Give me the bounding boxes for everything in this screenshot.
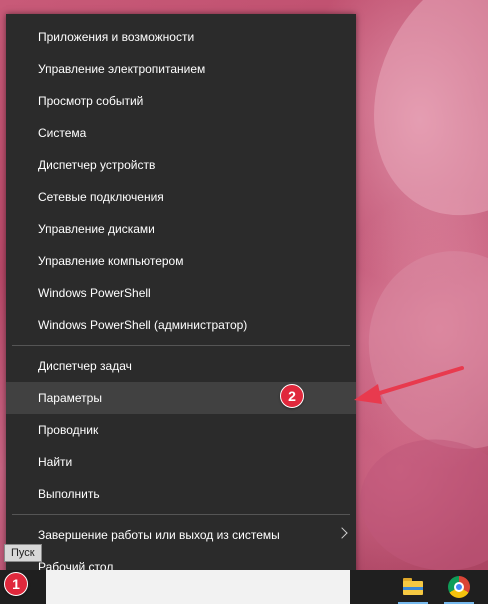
taskbar (0, 570, 488, 604)
menu-item-powershell-admin[interactable]: Windows PowerShell (администратор) (6, 309, 356, 341)
menu-item-system[interactable]: Система (6, 117, 356, 149)
menu-item-label: Завершение работы или выход из системы (38, 528, 280, 542)
menu-item-disk-management[interactable]: Управление дисками (6, 213, 356, 245)
menu-item-search[interactable]: Найти (6, 446, 356, 478)
start-tooltip: Пуск (4, 544, 42, 562)
folder-icon (403, 587, 423, 590)
step-badge-2: 2 (280, 384, 304, 408)
menu-item-label: Просмотр событий (38, 94, 144, 108)
menu-item-label: Диспетчер устройств (38, 158, 156, 172)
menu-separator (12, 514, 350, 515)
menu-item-label: Сетевые подключения (38, 190, 164, 204)
menu-separator (12, 345, 350, 346)
menu-item-label: Параметры (38, 391, 102, 405)
menu-item-run[interactable]: Выполнить (6, 478, 356, 510)
menu-item-device-manager[interactable]: Диспетчер устройств (6, 149, 356, 181)
menu-item-shutdown-signout[interactable]: Завершение работы или выход из системы (6, 519, 356, 551)
menu-item-label: Проводник (38, 423, 99, 437)
menu-item-task-manager[interactable]: Диспетчер задач (6, 350, 356, 382)
step-badge-1: 1 (4, 572, 28, 596)
menu-item-label: Найти (38, 455, 73, 469)
menu-item-label: Windows PowerShell (администратор) (38, 318, 248, 332)
winx-context-menu: Приложения и возможности Управление элек… (6, 14, 356, 584)
menu-item-file-explorer[interactable]: Проводник (6, 414, 356, 446)
menu-item-power-options[interactable]: Управление электропитанием (6, 53, 356, 85)
menu-item-label: Диспетчер задач (38, 359, 132, 373)
menu-item-network-connections[interactable]: Сетевые подключения (6, 181, 356, 213)
menu-item-label: Система (38, 126, 87, 140)
menu-item-label: Приложения и возможности (38, 30, 195, 44)
wallpaper-petal (349, 427, 488, 583)
menu-item-label: Управление электропитанием (38, 62, 206, 76)
menu-item-computer-management[interactable]: Управление компьютером (6, 245, 356, 277)
menu-item-event-viewer[interactable]: Просмотр событий (6, 85, 356, 117)
menu-item-powershell[interactable]: Windows PowerShell (6, 277, 356, 309)
wallpaper-petal (341, 225, 488, 475)
chevron-right-icon (336, 527, 348, 539)
menu-item-label: Управление дисками (38, 222, 155, 236)
chrome-taskbar-button[interactable] (442, 570, 476, 604)
menu-item-apps-features[interactable]: Приложения и возможности (6, 21, 356, 53)
menu-item-label: Windows PowerShell (38, 286, 151, 300)
menu-item-label: Выполнить (38, 487, 100, 501)
annotation-arrow-icon (354, 366, 464, 404)
file-explorer-taskbar-button[interactable] (396, 570, 430, 604)
taskbar-search-box[interactable] (46, 570, 350, 604)
menu-item-label: Управление компьютером (38, 254, 184, 268)
chrome-icon (454, 582, 464, 592)
wallpaper-petal (334, 0, 488, 251)
